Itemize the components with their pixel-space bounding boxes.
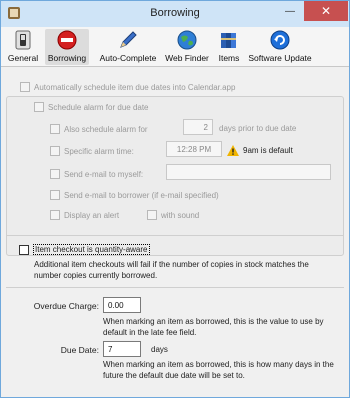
- also-schedule-label: Also schedule alarm for: [64, 124, 148, 134]
- quantity-aware-checkbox[interactable]: [19, 244, 29, 255]
- alarm-time-field[interactable]: 12:28 PM: [166, 141, 222, 157]
- also-schedule-row[interactable]: Also schedule alarm for: [50, 124, 148, 134]
- my-email-field[interactable]: [166, 164, 331, 180]
- tab-borrowing[interactable]: Borrowing: [45, 29, 89, 65]
- quantity-aware-row[interactable]: Item checkout is quantity-aware: [19, 244, 150, 255]
- tab-software-update[interactable]: Software Update: [247, 29, 313, 65]
- calendar-options-group: Schedule alarm for due date Also schedul…: [6, 96, 344, 256]
- tab-label: Items: [218, 53, 240, 63]
- time-default-note: 9am is default: [227, 145, 293, 156]
- also-schedule-checkbox[interactable]: [50, 124, 60, 134]
- overdue-note: When marking an item as borrowed, this i…: [103, 317, 324, 337]
- display-alert-label: Display an alert: [64, 210, 120, 220]
- borrowing-pane: Automatically schedule item due dates in…: [1, 68, 349, 398]
- send-email-myself-checkbox[interactable]: [50, 169, 60, 179]
- display-alert-row[interactable]: Display an alert: [50, 210, 119, 220]
- auto-schedule-label: Automatically schedule item due dates in…: [34, 82, 236, 92]
- minimize-button[interactable]: —: [277, 1, 303, 21]
- send-email-myself-row[interactable]: Send e-mail to myself:: [50, 169, 143, 179]
- divider: [6, 287, 344, 288]
- tab-general[interactable]: General: [5, 29, 41, 65]
- no-entry-icon: [56, 29, 78, 51]
- tab-web-finder[interactable]: Web Finder: [164, 29, 210, 65]
- display-alert-checkbox[interactable]: [50, 210, 60, 220]
- tab-label: Software Update: [248, 53, 312, 63]
- send-email-borrower-checkbox[interactable]: [50, 190, 60, 200]
- refresh-icon: [269, 29, 291, 51]
- due-date-field[interactable]: 7: [103, 341, 141, 357]
- alarm-checkbox-row[interactable]: Schedule alarm for due date: [34, 102, 149, 112]
- with-sound-checkbox[interactable]: [147, 210, 157, 220]
- due-date-note: When marking an item as borrowed, this i…: [103, 360, 334, 380]
- days-prior-field[interactable]: 2: [183, 119, 213, 135]
- tab-auto-complete[interactable]: Auto-Complete: [97, 29, 159, 65]
- tab-label: Borrowing: [47, 53, 87, 63]
- with-sound-label: with sound: [161, 210, 200, 220]
- tab-label: Web Finder: [165, 53, 209, 63]
- books-icon: [218, 29, 240, 51]
- preferences-toolbar: General Borrowing Auto-Complete Web Find…: [1, 27, 349, 67]
- switch-icon: [12, 29, 34, 51]
- overdue-charge-field[interactable]: 0.00: [103, 297, 141, 313]
- tab-items[interactable]: Items: [215, 29, 243, 65]
- send-email-myself-label: Send e-mail to myself:: [64, 169, 144, 179]
- close-button[interactable]: ✕: [304, 1, 348, 21]
- preferences-window: Borrowing — ✕ General Borrowing Auto-Com…: [0, 0, 350, 398]
- send-email-borrower-row[interactable]: Send e-mail to borrower (if e-mail speci…: [50, 190, 219, 200]
- tab-label: Auto-Complete: [99, 53, 157, 63]
- globe-icon: [176, 29, 198, 51]
- divider: [6, 235, 344, 236]
- time-default-text: 9am is default: [243, 146, 293, 155]
- with-sound-row[interactable]: with sound: [147, 210, 199, 220]
- alarm-label: Schedule alarm for due date: [48, 102, 149, 112]
- alarm-checkbox[interactable]: [34, 102, 44, 112]
- specific-time-checkbox[interactable]: [50, 146, 60, 156]
- tab-label: General: [7, 53, 39, 63]
- specific-time-label: Specific alarm time:: [64, 146, 134, 156]
- send-email-borrower-label: Send e-mail to borrower (if e-mail speci…: [64, 190, 219, 200]
- title-bar[interactable]: Borrowing — ✕: [1, 1, 349, 27]
- due-date-label: Due Date:: [60, 345, 99, 355]
- days-suffix-label: days prior to due date: [219, 124, 297, 133]
- overdue-charge-label: Overdue Charge:: [33, 301, 99, 311]
- warning-icon: [227, 145, 239, 156]
- auto-schedule-checkbox-row[interactable]: Automatically schedule item due dates in…: [20, 82, 235, 92]
- pen-icon: [117, 29, 139, 51]
- quantity-note: Additional item checkouts will fail if t…: [34, 260, 309, 280]
- quantity-aware-label: Item checkout is quantity-aware: [33, 244, 150, 255]
- due-date-suffix: days: [151, 345, 168, 354]
- auto-schedule-checkbox[interactable]: [20, 82, 30, 92]
- specific-time-row[interactable]: Specific alarm time:: [50, 146, 134, 156]
